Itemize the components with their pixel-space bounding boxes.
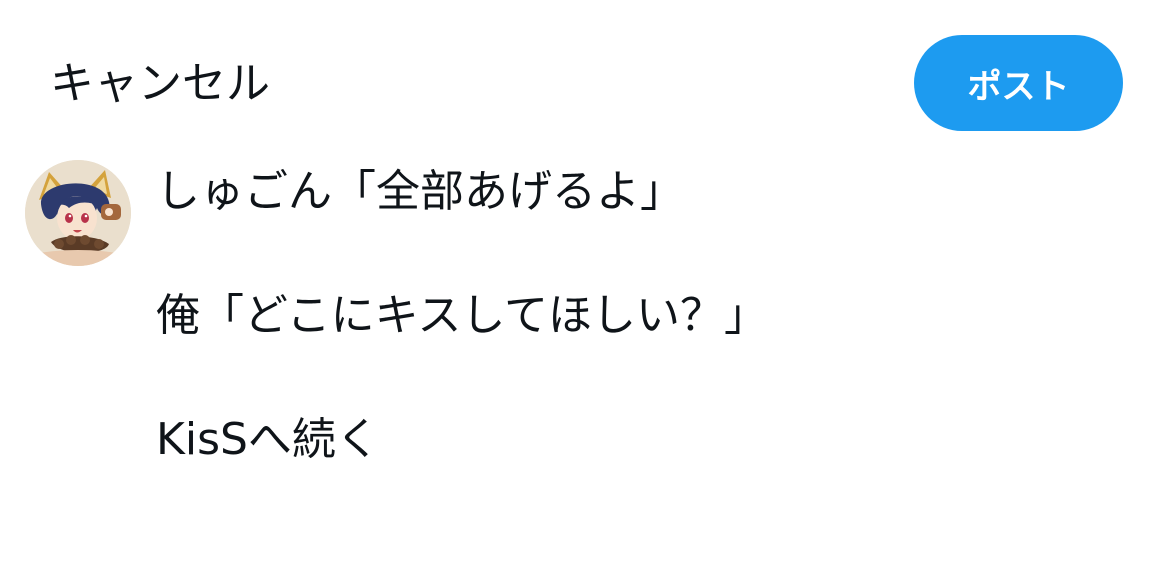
user-avatar-illustration [25, 160, 131, 266]
compose-textarea[interactable]: しゅごん「全部あげるよ」 俺「どこにキスしてほしい？」 KisSへ続く [156, 160, 1116, 472]
avatar[interactable] [25, 160, 131, 266]
post-button[interactable]: ポスト [914, 35, 1123, 131]
compose-text-line: しゅごん「全部あげるよ」 [156, 166, 684, 217]
compose-text-line: 俺「どこにキスしてほしい？」 [156, 290, 769, 341]
compose-text-line: KisSへ続く [156, 414, 380, 465]
cancel-button[interactable]: キャンセル [50, 52, 270, 116]
